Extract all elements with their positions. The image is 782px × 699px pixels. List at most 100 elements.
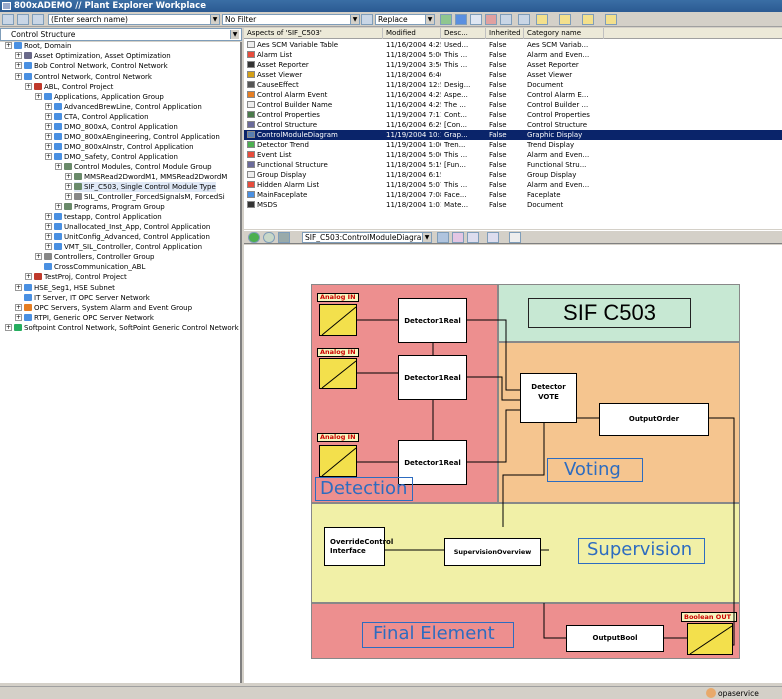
tree-node[interactable]: + Softpoint Control Network, SoftPoint Ge…	[5, 323, 239, 333]
tree-node[interactable]: IT Server, IT OPC Server Network	[24, 293, 150, 303]
folder-icon[interactable]	[559, 14, 571, 25]
tree-node[interactable]: + VMT_SIL_Controller, Control Application	[45, 242, 202, 252]
expand-toggle-icon[interactable]: +	[45, 143, 52, 150]
forward-icon[interactable]	[263, 232, 275, 243]
expand-toggle-icon[interactable]: +	[25, 83, 32, 90]
folder-icon[interactable]	[582, 14, 594, 25]
object-icon[interactable]	[278, 232, 290, 243]
refresh-icon[interactable]	[440, 14, 452, 25]
aspect-row[interactable]: CauseEffect 11/18/2004 12:5...Desig... Fal…	[244, 80, 782, 90]
view-icon[interactable]	[487, 232, 499, 243]
aspect-combo[interactable]: SIF_C503:ControlModuleDiagram ▼	[302, 232, 432, 243]
tree-node[interactable]: CrossCommunication_ABL	[44, 262, 145, 272]
object-tree[interactable]: Lost And Found+Root, Domain+Asset Optimi…	[0, 42, 242, 683]
tree-node[interactable]: + RTPI, Generic OPC Server Network	[15, 313, 154, 323]
tree-node[interactable]: + ABL, Control Project	[25, 82, 113, 92]
column-description[interactable]: Desc...	[441, 28, 486, 39]
replace-select[interactable]: Replace ▼	[375, 14, 435, 25]
tree-node[interactable]: + Control Modules, Control Module Group	[55, 162, 212, 172]
filter-icon[interactable]	[361, 14, 373, 25]
aspect-row[interactable]: Detector Trend 11/19/2004 1:00:...Tren...…	[244, 140, 782, 150]
aspect-row[interactable]: Control Alarm Event 11/16/2004 4:25:...As…	[244, 90, 782, 100]
tree-node[interactable]: + DMO_800xAEngineering, Control Applicati…	[45, 132, 220, 142]
expand-toggle-icon[interactable]: +	[45, 133, 52, 140]
tree-node[interactable]: + MMSRead2DwordM1, MMSRead2DwordM	[65, 172, 227, 182]
tree-node[interactable]: + OPC Servers, System Alarm and Event Gro…	[15, 303, 192, 313]
find-icon[interactable]	[17, 14, 29, 25]
tree-node[interactable]: + SIL_Controller_ForcedSignalsM, ForcedSi	[65, 192, 225, 202]
aspect-row[interactable]: Alarm List 11/18/2004 5:06:...This ... Fal…	[244, 50, 782, 60]
column-category[interactable]: Category name	[524, 28, 604, 39]
aspect-row[interactable]: Control Structure 11/16/2004 6:29:...[Con…	[244, 120, 782, 130]
expand-toggle-icon[interactable]: +	[45, 223, 52, 230]
info-icon[interactable]	[470, 14, 482, 25]
chevron-down-icon[interactable]: ▼	[210, 15, 219, 24]
tree-node[interactable]: + CTA, Control Application	[45, 112, 149, 122]
tree-node[interactable]: + DMO_800xAInstr, Control Application	[45, 142, 194, 152]
alarm-icon[interactable]	[485, 14, 497, 25]
aspect-row[interactable]: MSDS 11/18/2004 1:01:...Mate... False Docum…	[244, 200, 782, 210]
expand-toggle-icon[interactable]: +	[25, 273, 32, 280]
tree-node[interactable]: + Applications, Application Group	[35, 92, 164, 102]
expand-toggle-icon[interactable]: +	[35, 253, 42, 260]
tree-node[interactable]: + SIF_C503, Single Control Module Type	[65, 182, 216, 192]
chevron-down-icon[interactable]: ▼	[230, 30, 239, 39]
tree-node[interactable]: + UnitConfig_Advanced, Control Applicatio…	[45, 232, 210, 242]
chevron-down-icon[interactable]: ▼	[425, 15, 434, 24]
tool-icon[interactable]	[437, 232, 449, 243]
aspect-row[interactable]: Control Properties11/19/2004 7:11:...Con…	[244, 110, 782, 120]
expand-toggle-icon[interactable]: +	[15, 73, 22, 80]
tree-node[interactable]: + DMO_Safety, Control Application	[45, 152, 178, 162]
expand-toggle-icon[interactable]: +	[65, 183, 72, 190]
expand-toggle-icon[interactable]: +	[45, 233, 52, 240]
expand-toggle-icon[interactable]: +	[45, 103, 52, 110]
aspect-row[interactable]: Asset Reporter 11/19/2004 3:56:...This ..…	[244, 60, 782, 70]
tree-node[interactable]: + Programs, Program Group	[55, 202, 165, 212]
aspect-row[interactable]: Control Builder Name 11/16/2004 4:25:...T…	[244, 100, 782, 110]
aspect-row[interactable]: MainFaceplate 11/18/2004 7:08:...Face... F…	[244, 190, 782, 200]
column-inherited[interactable]: Inherited	[486, 28, 524, 39]
tree-node[interactable]: + DMO_800xA, Control Application	[45, 122, 178, 132]
tree-node[interactable]: + testapp, Control Application	[45, 212, 162, 222]
expand-toggle-icon[interactable]: +	[45, 153, 52, 160]
tree-node[interactable]: + AdvancedBrewLine, Control Application	[45, 102, 202, 112]
expand-toggle-icon[interactable]: +	[5, 42, 12, 49]
column-aspects[interactable]: Aspects of 'SIF_C503'	[244, 28, 383, 39]
link-icon[interactable]	[452, 232, 464, 243]
aspect-row[interactable]: Asset Viewer 11/18/2004 6:40:... False Asse…	[244, 70, 782, 80]
tree-node[interactable]: + Unallocated_Inst_App, Control Applicati…	[45, 222, 210, 232]
search-tool-icon[interactable]	[32, 14, 44, 25]
structure-selector[interactable]: Control Structure ▼	[0, 28, 242, 41]
options-icon[interactable]	[509, 232, 521, 243]
tree-node[interactable]: + Control Network, Control Network	[15, 72, 152, 82]
folder-icon[interactable]	[536, 14, 548, 25]
search-input[interactable]: (Enter search name) ▼	[48, 14, 220, 25]
structure-icon[interactable]	[518, 14, 530, 25]
expand-toggle-icon[interactable]: +	[55, 203, 62, 210]
expand-toggle-icon[interactable]: +	[45, 113, 52, 120]
column-modified[interactable]: Modified	[383, 28, 441, 39]
help-icon[interactable]	[455, 14, 467, 25]
aspect-row[interactable]: Aes SCM Variable Table 11/16/2004 4:25:..…	[244, 40, 782, 50]
expand-toggle-icon[interactable]: +	[65, 173, 72, 180]
aspect-row[interactable]: Event List 11/18/2004 5:00:...This ... Fal…	[244, 150, 782, 160]
aspect-row[interactable]: ControlModuleDiagram11/19/2004 10:1...Gr…	[244, 130, 782, 140]
aspect-list[interactable]: Aspects of 'SIF_C503' Modified Desc... I…	[244, 28, 782, 229]
aspect-row[interactable]: Functional Structure 11/18/2004 5:19:...[…	[244, 160, 782, 170]
expand-toggle-icon[interactable]: +	[45, 213, 52, 220]
control-module-diagram[interactable]: SIF C503 Analog IN Analog IN Analog IN D…	[244, 245, 782, 683]
filter-select[interactable]: No Filter ▼	[222, 14, 360, 25]
expand-toggle-icon[interactable]: +	[35, 93, 42, 100]
tree-node[interactable]: + Root, Domain	[5, 42, 71, 51]
back-icon[interactable]	[248, 232, 260, 243]
folder-icon[interactable]	[605, 14, 617, 25]
aspect-row[interactable]: Group Display 11/18/2004 6:15:... False Gro…	[244, 170, 782, 180]
expand-toggle-icon[interactable]: +	[45, 243, 52, 250]
aspect-row[interactable]: Hidden Alarm List 11/18/2004 5:07:...This…	[244, 180, 782, 190]
expand-toggle-icon[interactable]: +	[15, 314, 22, 321]
close-tool-icon[interactable]	[2, 14, 14, 25]
expand-toggle-icon[interactable]: +	[45, 123, 52, 130]
expand-toggle-icon[interactable]: +	[15, 52, 22, 59]
expand-toggle-icon[interactable]: +	[55, 163, 62, 170]
expand-toggle-icon[interactable]: +	[15, 62, 22, 69]
